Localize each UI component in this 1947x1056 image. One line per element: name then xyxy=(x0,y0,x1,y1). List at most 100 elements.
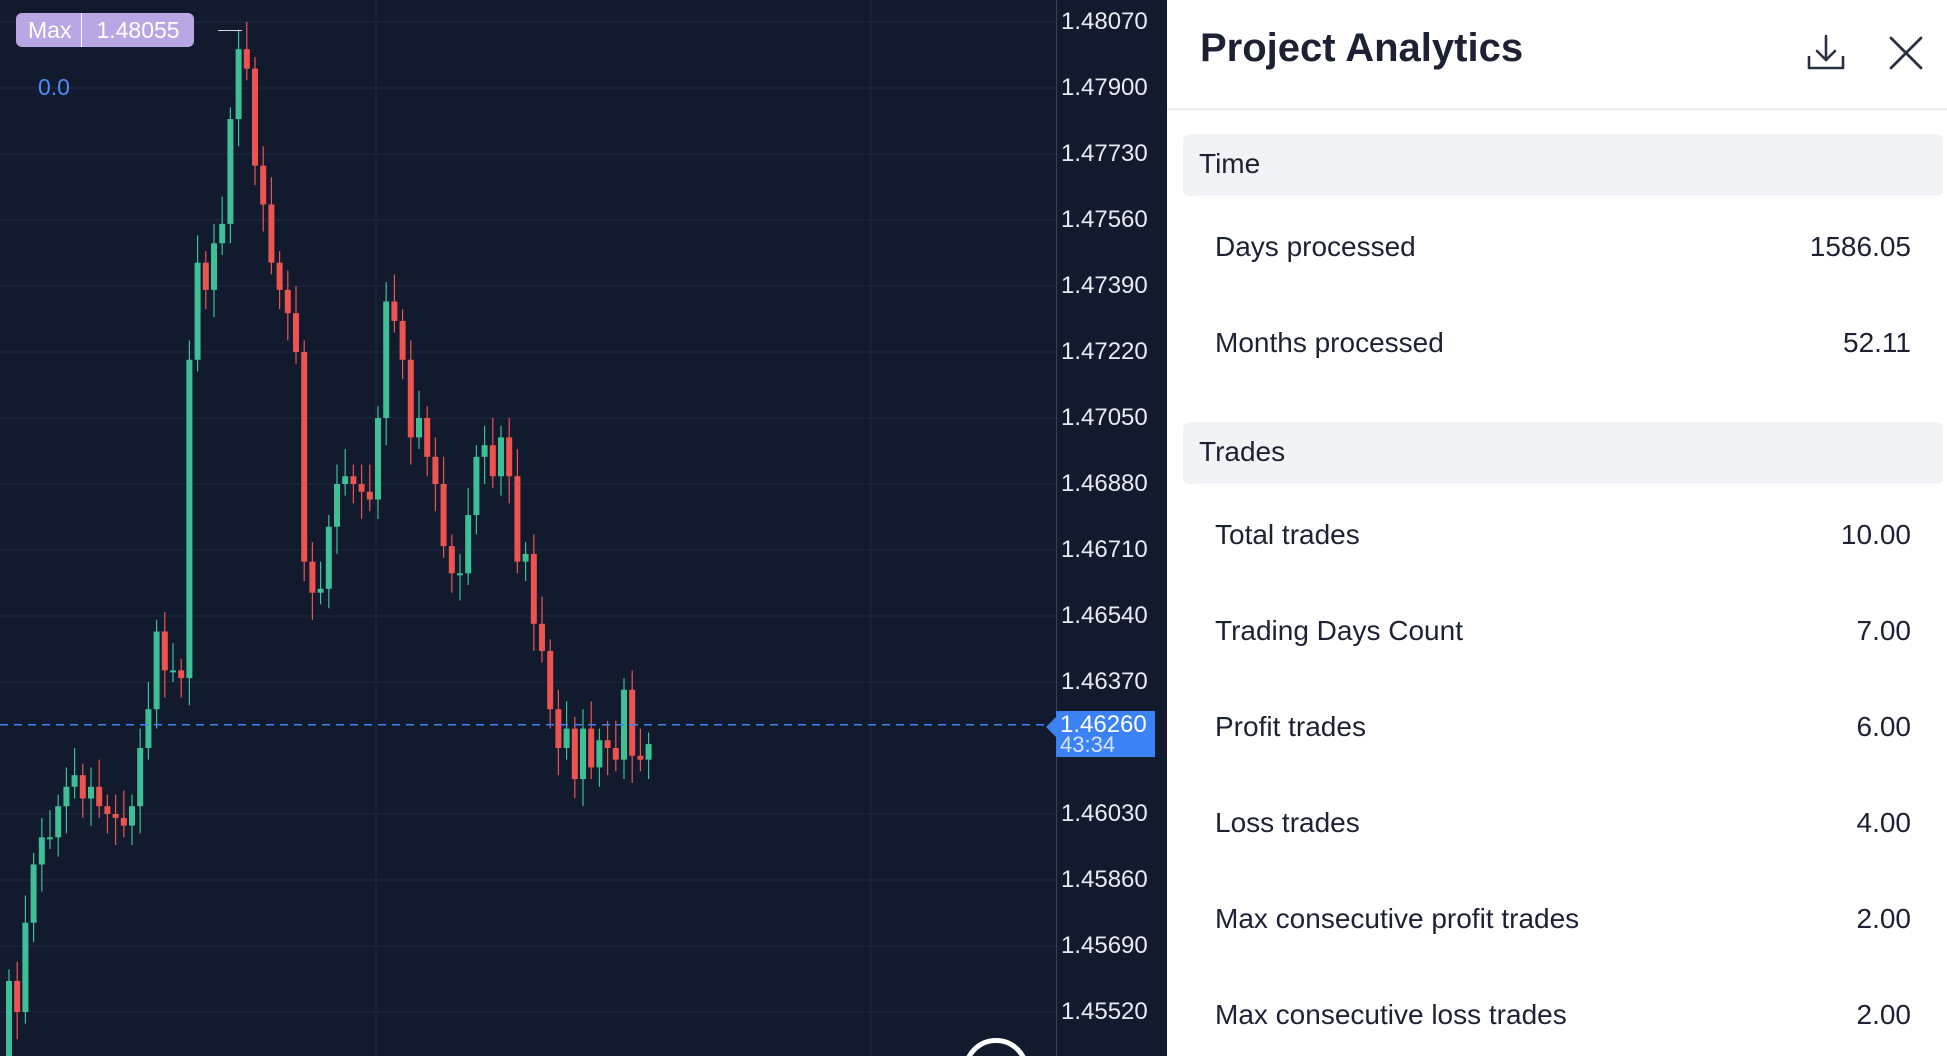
candle-body xyxy=(96,786,103,807)
stat-label: Days processed xyxy=(1215,231,1416,262)
candle-body xyxy=(457,573,463,576)
stat-row-max-consecutive-profit: Max consecutive profit trades 2.00 xyxy=(1183,889,1943,949)
candle-body xyxy=(47,837,53,840)
candle-body xyxy=(194,262,201,360)
candle-body xyxy=(547,650,554,710)
stat-value: 10.00 xyxy=(1840,519,1911,550)
candle-body xyxy=(539,623,545,651)
candle-body xyxy=(129,806,135,826)
price-tick-label: 1.48070 xyxy=(1061,8,1148,35)
max-price-badge: Max 1.48055 xyxy=(16,13,194,47)
candle-body xyxy=(522,553,529,562)
candle-body xyxy=(178,670,185,679)
section-header-time: Time xyxy=(1183,134,1943,196)
candle-body xyxy=(342,476,349,484)
chart-background xyxy=(0,0,1056,1056)
candle-body xyxy=(448,546,455,574)
candle-body xyxy=(629,689,636,756)
candle-body xyxy=(202,262,209,290)
stat-row-days-processed: Days processed 1586.05 xyxy=(1183,217,1943,277)
candle-body xyxy=(580,728,586,780)
stat-row-trading-days-count: Trading Days Count 7.00 xyxy=(1183,601,1943,661)
candle-body xyxy=(219,223,226,244)
candle-body xyxy=(416,418,422,438)
candle-body xyxy=(227,119,234,224)
stat-label: Max consecutive loss trades xyxy=(1215,999,1567,1030)
candle-body xyxy=(55,806,62,838)
candle-body xyxy=(530,553,537,624)
price-tick-label: 1.45690 xyxy=(1061,932,1148,959)
stat-label: Trading Days Count xyxy=(1215,615,1463,646)
candle-body xyxy=(88,786,94,799)
stat-row-loss-trades: Loss trades 4.00 xyxy=(1183,793,1943,853)
candle-body xyxy=(284,289,291,314)
stat-row-profit-trades: Profit trades 6.00 xyxy=(1183,697,1943,757)
candle-body xyxy=(399,320,406,360)
stat-value: 1586.05 xyxy=(1809,231,1911,262)
candle-body xyxy=(596,740,603,768)
price-tick-label: 1.46370 xyxy=(1061,668,1148,695)
stat-row-months-processed: Months processed 52.11 xyxy=(1183,313,1943,373)
price-chart[interactable]: Max 1.48055 0.0 1.48070 1.47900 1.47730 1.4… xyxy=(0,0,1155,1056)
candle-body xyxy=(481,445,488,457)
close-icon xyxy=(1889,36,1923,70)
panel-header: Project Analytics xyxy=(1167,0,1947,110)
stat-row-total-trades: Total trades 10.00 xyxy=(1183,505,1943,565)
stat-label: Months processed xyxy=(1215,327,1444,358)
download-button[interactable] xyxy=(1803,30,1849,76)
price-tick-label: 1.47730 xyxy=(1061,140,1148,167)
current-price-tag: 1.46260 43:34 xyxy=(1046,710,1155,757)
candle-body xyxy=(645,744,652,760)
price-tick-label: 1.46030 xyxy=(1061,800,1148,827)
candlestick-chart[interactable] xyxy=(0,0,1056,1056)
candle-body xyxy=(301,352,308,562)
candle-body xyxy=(276,262,283,290)
candle-body xyxy=(366,491,373,500)
candle-body xyxy=(268,204,275,263)
candle-body xyxy=(243,49,250,69)
candle-body xyxy=(325,526,332,589)
price-tick-label: 1.46880 xyxy=(1061,470,1148,497)
max-connector-line xyxy=(218,30,242,31)
candle-body xyxy=(22,922,29,1012)
stat-label: Total trades xyxy=(1215,519,1360,550)
candle-body xyxy=(489,445,496,477)
candle-body xyxy=(407,359,414,438)
candle-body xyxy=(120,817,127,826)
price-tick-label: 1.46710 xyxy=(1061,536,1148,563)
analytics-panel: Project Analytics Time Days processed 15… xyxy=(1167,0,1947,1056)
price-tick-label: 1.46540 xyxy=(1061,602,1148,629)
candle-body xyxy=(79,775,86,799)
candle-body xyxy=(63,786,70,807)
stat-value: 2.00 xyxy=(1856,903,1912,934)
stat-value: 2.00 xyxy=(1856,999,1912,1030)
stat-value: 6.00 xyxy=(1856,711,1912,742)
candle-body xyxy=(252,68,258,166)
section-header-trades: Trades xyxy=(1183,422,1943,484)
candle-body xyxy=(14,980,21,1012)
panel-divider[interactable] xyxy=(1155,0,1167,1056)
stat-label: Profit trades xyxy=(1215,711,1366,742)
candle-body xyxy=(424,418,431,457)
candle-body xyxy=(383,301,390,418)
candle-body xyxy=(260,165,267,205)
section-title: Trades xyxy=(1199,436,1286,467)
candle-body xyxy=(317,588,324,593)
price-axis[interactable]: 1.48070 1.47900 1.47730 1.47560 1.47390 1.472… xyxy=(1056,0,1155,1056)
candle-body xyxy=(498,437,504,477)
candle-body xyxy=(170,670,176,673)
panel-title: Project Analytics xyxy=(1200,26,1524,70)
candle-body xyxy=(71,775,78,787)
candle-body xyxy=(555,709,562,748)
candle-body xyxy=(153,631,160,710)
candle-body xyxy=(112,814,119,818)
close-button[interactable] xyxy=(1883,30,1929,76)
candle-body xyxy=(293,313,299,352)
candle-body xyxy=(612,748,619,760)
candle-body xyxy=(6,980,12,1056)
candle-body xyxy=(440,484,447,547)
price-tick-label: 1.47900 xyxy=(1061,74,1148,101)
candle-body xyxy=(465,515,472,574)
candle-body xyxy=(637,755,644,760)
candle-body xyxy=(571,728,578,780)
